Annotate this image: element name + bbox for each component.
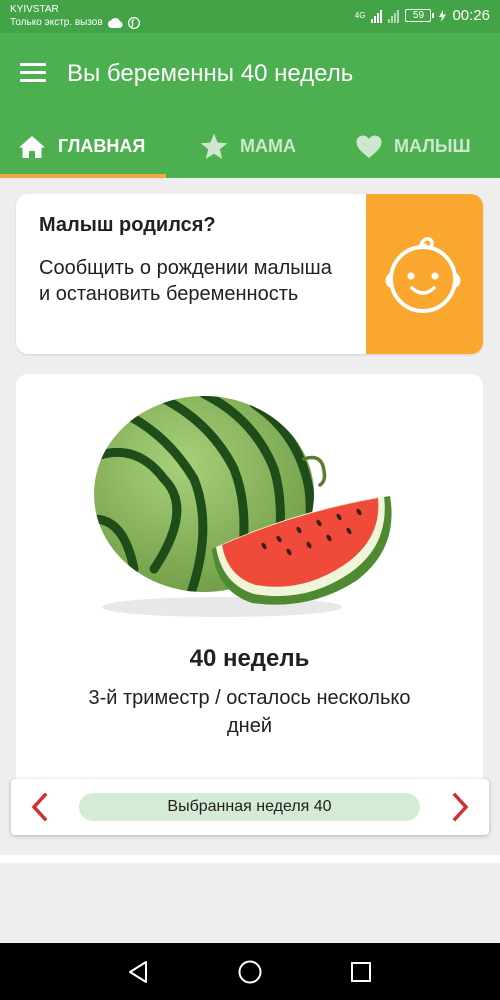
week-subtitle: 3-й триместр / осталось несколько дней <box>16 684 483 740</box>
baby-card-accent <box>366 194 483 354</box>
next-card-edge <box>0 855 500 863</box>
selected-week[interactable]: Выбранная неделя 40 <box>79 793 420 821</box>
pinterest-icon <box>127 16 140 29</box>
carrier-name: KYIVSTAR <box>10 4 59 15</box>
back-icon[interactable] <box>126 959 152 985</box>
status-notification-icons <box>107 16 140 29</box>
menu-icon[interactable] <box>20 63 46 83</box>
network-type: 4G <box>354 10 366 20</box>
page-title: Вы беременны 40 недель <box>67 60 354 87</box>
tab-home[interactable]: ГЛАВНАЯ <box>0 115 166 178</box>
baby-face-icon <box>385 237 460 313</box>
tab-label: ГЛАВНАЯ <box>58 136 146 156</box>
battery-icon: 59 <box>405 9 435 22</box>
tab-bar: ГЛАВНАЯ МАМА МАЛЫШ <box>0 115 500 178</box>
baby-card-title: Малыш родился? <box>39 214 216 236</box>
baby-card-text: Сообщить о рождении малыша и остановить … <box>39 257 332 305</box>
chevron-left-icon[interactable] <box>26 792 56 822</box>
tab-label: МАЛЫШ <box>394 136 471 156</box>
status-right: 4G 59 00:26 <box>355 7 490 24</box>
clock: 00:26 <box>452 7 490 24</box>
no-sim-signal-icon <box>388 9 400 23</box>
baby-born-card[interactable]: Малыш родился? Сообщить о рождении малыш… <box>16 194 483 354</box>
charging-icon <box>439 9 447 22</box>
star-icon <box>200 133 228 159</box>
week-card: 40 недель 3-й триместр / осталось нескол… <box>16 374 483 794</box>
chevron-right-icon[interactable] <box>444 792 474 822</box>
week-subtitle-line: дней <box>226 715 272 737</box>
signal-icon <box>371 9 383 23</box>
recents-icon[interactable] <box>348 959 374 985</box>
week-title: 40 недель <box>189 645 310 672</box>
battery-level: 59 <box>412 10 425 21</box>
home-icon <box>19 135 45 158</box>
watermelon-illustration <box>94 396 392 617</box>
heart-icon <box>356 135 382 158</box>
tab-label: МАМА <box>240 136 296 156</box>
tab-mom[interactable]: МАМА <box>166 115 332 178</box>
week-selector: Выбранная неделя 40 <box>11 779 489 835</box>
home-circle-icon[interactable] <box>237 959 263 985</box>
cloud-icon <box>107 17 123 28</box>
status-left-row: Только экстр. вызов <box>10 16 140 29</box>
system-nav-bar <box>0 943 500 1000</box>
app-bar: Вы беременны 40 недель <box>0 33 500 115</box>
tab-baby[interactable]: МАЛЫШ <box>332 115 500 178</box>
week-subtitle-line: 3-й триместр / осталось несколько <box>88 687 411 709</box>
status-bar: KYIVSTAR Только экстр. вызов 4G 59 00:26 <box>0 0 500 33</box>
status-left: KYIVSTAR Только экстр. вызов <box>10 3 140 29</box>
carrier-note: Только экстр. вызов <box>10 17 103 28</box>
